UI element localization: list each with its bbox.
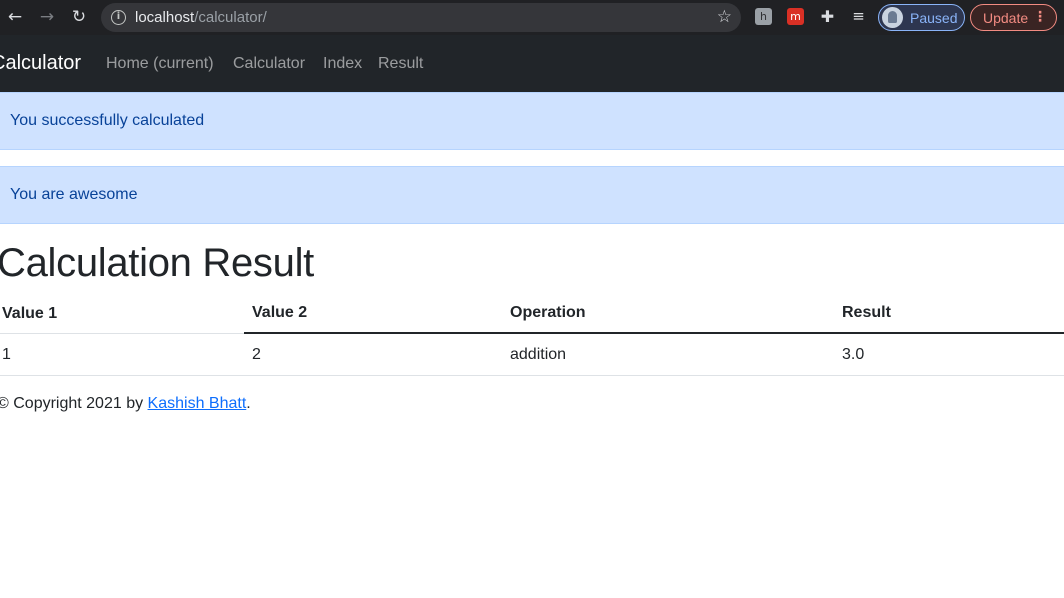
alert-message: You successfully calculated	[10, 112, 205, 129]
avatar	[882, 7, 903, 28]
star-icon[interactable]: ☆	[717, 7, 732, 27]
alert-message: You are awesome	[10, 186, 138, 203]
browser-toolbar: ← → ↻ i localhost/calculator/ ☆ h m ✚ ≡ …	[0, 0, 1064, 35]
nav-link-index[interactable]: Index	[323, 55, 362, 73]
table-cell: 1	[2, 346, 11, 363]
navbar-brand[interactable]: Calculator	[0, 52, 81, 75]
footer-suffix: .	[246, 395, 251, 412]
kebab-menu-icon: ⋮	[1033, 9, 1047, 25]
footer-copyright: © Copyright 2021 by	[0, 395, 144, 412]
table-cell: addition	[510, 346, 567, 363]
url-host: localhost	[135, 9, 195, 26]
arrow-right-icon[interactable]: →	[36, 6, 58, 28]
url-path: /calculator/	[194, 9, 267, 26]
page-title: Calculation Result	[0, 241, 314, 285]
column-header-value-1: Value 1	[2, 305, 58, 322]
url-text[interactable]: localhost/calculator/	[135, 9, 267, 26]
alert-info: You are awesome	[0, 166, 1064, 224]
nav-link-home[interactable]: Home (current)	[106, 55, 214, 73]
address-bar[interactable]: i localhost/calculator/ ☆	[101, 3, 741, 32]
table-cell: 2	[252, 346, 261, 363]
column-header-value-2: Value 2	[252, 304, 308, 321]
results-table: Value 1 Value 2 Operation Result 1 2 add…	[0, 290, 1064, 376]
alert-success: You successfully calculated	[0, 92, 1064, 150]
column-header-operation: Operation	[510, 304, 586, 321]
info-icon[interactable]: i	[111, 10, 126, 25]
media-queue-icon[interactable]: ≡	[850, 8, 867, 25]
update-label: Update	[983, 10, 1029, 26]
nav-link-result[interactable]: Result	[378, 55, 423, 73]
extension-2-icon[interactable]: m	[787, 8, 804, 25]
footer: © Copyright 2021 by Kashish Bhatt.	[0, 395, 251, 413]
column-header-result: Result	[842, 304, 891, 321]
puzzle-icon[interactable]: ✚	[819, 8, 836, 25]
table-cell: 3.0	[842, 346, 865, 363]
arrow-left-icon[interactable]: ←	[4, 6, 26, 28]
site-navbar: Calculator Home (current) Calculator Ind…	[0, 35, 1064, 92]
nav-link-calculator[interactable]: Calculator	[233, 55, 305, 73]
reload-icon[interactable]: ↻	[68, 6, 90, 28]
update-button[interactable]: Update ⋮	[970, 4, 1057, 31]
author-link[interactable]: Kashish Bhatt	[148, 395, 247, 412]
extension-1-icon[interactable]: h	[755, 8, 772, 25]
profile-button[interactable]: Paused	[878, 4, 965, 31]
profile-status-label: Paused	[910, 10, 958, 26]
divider	[0, 333, 244, 334]
divider	[244, 332, 1064, 334]
divider	[0, 375, 1064, 376]
